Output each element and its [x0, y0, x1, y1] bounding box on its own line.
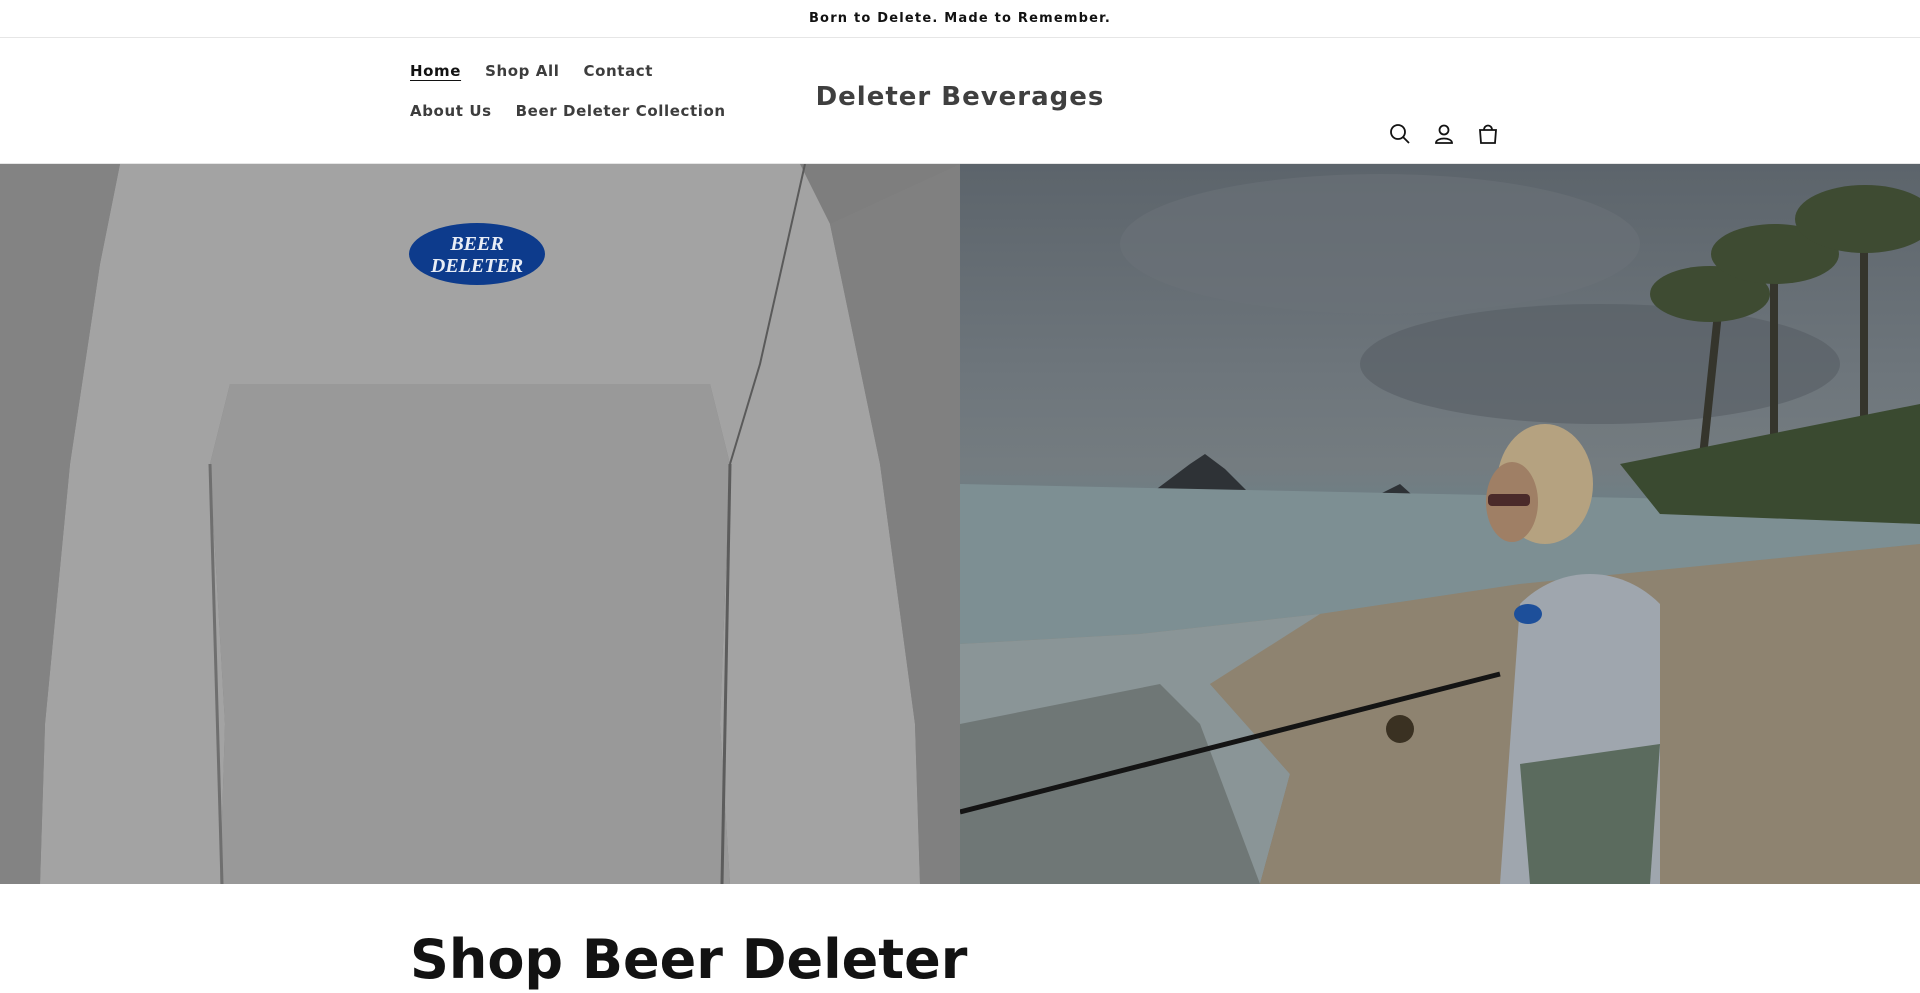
shirt-logo-line-2: DELETER: [430, 255, 523, 277]
cart-icon[interactable]: [1472, 118, 1504, 150]
hero-banner: BEER DELETER: [0, 164, 1920, 884]
announcement-bar: Born to Delete. Made to Remember.: [0, 0, 1920, 38]
store-name[interactable]: Deleter Beverages: [816, 82, 1105, 112]
section-title: Shop Beer Deleter: [410, 928, 968, 991]
account-icon[interactable]: [1428, 118, 1460, 150]
beach-illustration: [960, 174, 1920, 884]
shirt-logo-line-1: BEER: [449, 233, 503, 255]
hero-image-shirt: BEER DELETER: [0, 164, 960, 884]
featured-collection-header: Shop Beer Deleter: [410, 928, 967, 991]
shirt-illustration: BEER DELETER: [0, 164, 960, 884]
hero-image-beach: [960, 164, 1920, 884]
search-icon[interactable]: [1384, 118, 1416, 150]
store-logo[interactable]: Deleter Beverages: [0, 82, 1920, 112]
site-header: Home Shop All Contact About Us Beer Dele…: [0, 38, 1920, 164]
announcement-text: Born to Delete. Made to Remember.: [808, 11, 1112, 26]
header-icons: [1384, 118, 1504, 150]
